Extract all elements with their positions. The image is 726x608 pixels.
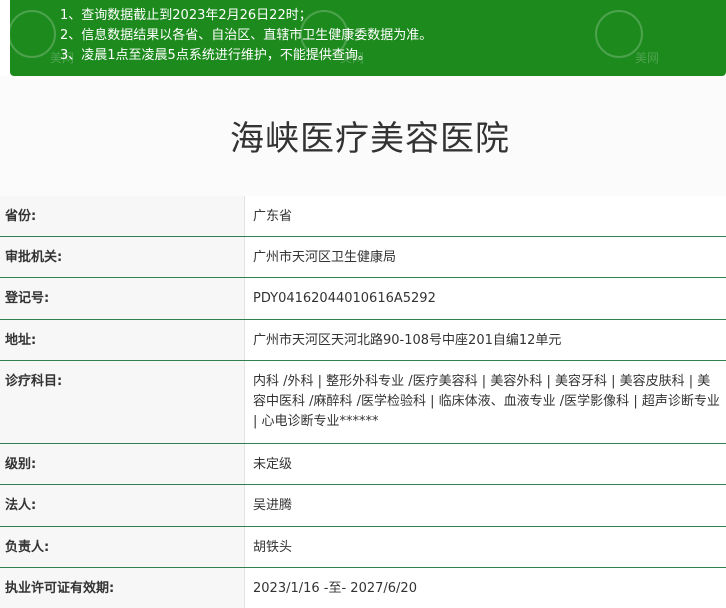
info-row-reg-no: 登记号: PDY04162044010616A5292 bbox=[0, 278, 726, 320]
info-table: 省份: 广东省 审批机关: 广州市天河区卫生健康局 登记号: PDY041620… bbox=[0, 196, 726, 608]
watermark-text: 美网 bbox=[340, 51, 365, 65]
info-row-legal-person: 法人: 吴进腾 bbox=[0, 485, 726, 527]
address-label: 地址: bbox=[0, 320, 245, 360]
legal-person-value: 吴进腾 bbox=[253, 498, 293, 513]
province-value: 广东省 bbox=[253, 209, 293, 224]
reg-no-value: PDY04162044010616A5292 bbox=[253, 291, 436, 306]
authority-label: 审批机关: bbox=[0, 237, 245, 277]
license-validity-label: 执业许可证有效期: bbox=[0, 568, 245, 608]
info-row-authority: 审批机关: 广州市天河区卫生健康局 bbox=[0, 237, 726, 278]
info-row-person-in-charge: 负责人: 胡铁头 bbox=[0, 527, 726, 568]
province-label: 省份: bbox=[0, 196, 245, 236]
watermark-text: 美网 bbox=[635, 51, 660, 65]
info-row-address: 地址: 广州市天河区天河北路90-108号中座201自编12单元 bbox=[0, 320, 726, 361]
info-row-license-validity: 执业许可证有效期: 2023/1/16 -至- 2027/6/20 bbox=[0, 568, 726, 608]
departments-label: 诊疗科目: bbox=[0, 361, 245, 443]
legal-person-label: 法人: bbox=[0, 485, 245, 526]
reg-no-label: 登记号: bbox=[0, 278, 245, 319]
level-value: 未定级 bbox=[253, 457, 293, 472]
authority-value: 广州市天河区卫生健康局 bbox=[253, 250, 397, 265]
address-value: 广州市天河区天河北路90-108号中座201自编12单元 bbox=[253, 333, 562, 348]
departments-value: 内科 /外科 | 整形外科专业 /医疗美容科 | 美容外科 | 美容牙科 | 美… bbox=[253, 374, 720, 429]
license-validity-value: 2023/1/16 -至- 2027/6/20 bbox=[253, 581, 417, 596]
info-row-level: 级别: 未定级 bbox=[0, 444, 726, 485]
notice-banner: 1、查询数据截止到2023年2月26日22时； 2、信息数据结果以各省、自治区、… bbox=[10, 0, 726, 76]
person-in-charge-value: 胡铁头 bbox=[253, 540, 293, 555]
page-title: 海峡医疗美容医院 bbox=[230, 119, 510, 159]
info-row-departments: 诊疗科目: 内科 /外科 | 整形外科专业 /医疗美容科 | 美容外科 | 美容… bbox=[0, 361, 726, 444]
person-in-charge-label: 负责人: bbox=[0, 527, 245, 567]
info-row-province: 省份: 广东省 bbox=[0, 196, 726, 237]
watermark-text: 美网 bbox=[50, 51, 75, 65]
level-label: 级别: bbox=[0, 444, 245, 484]
